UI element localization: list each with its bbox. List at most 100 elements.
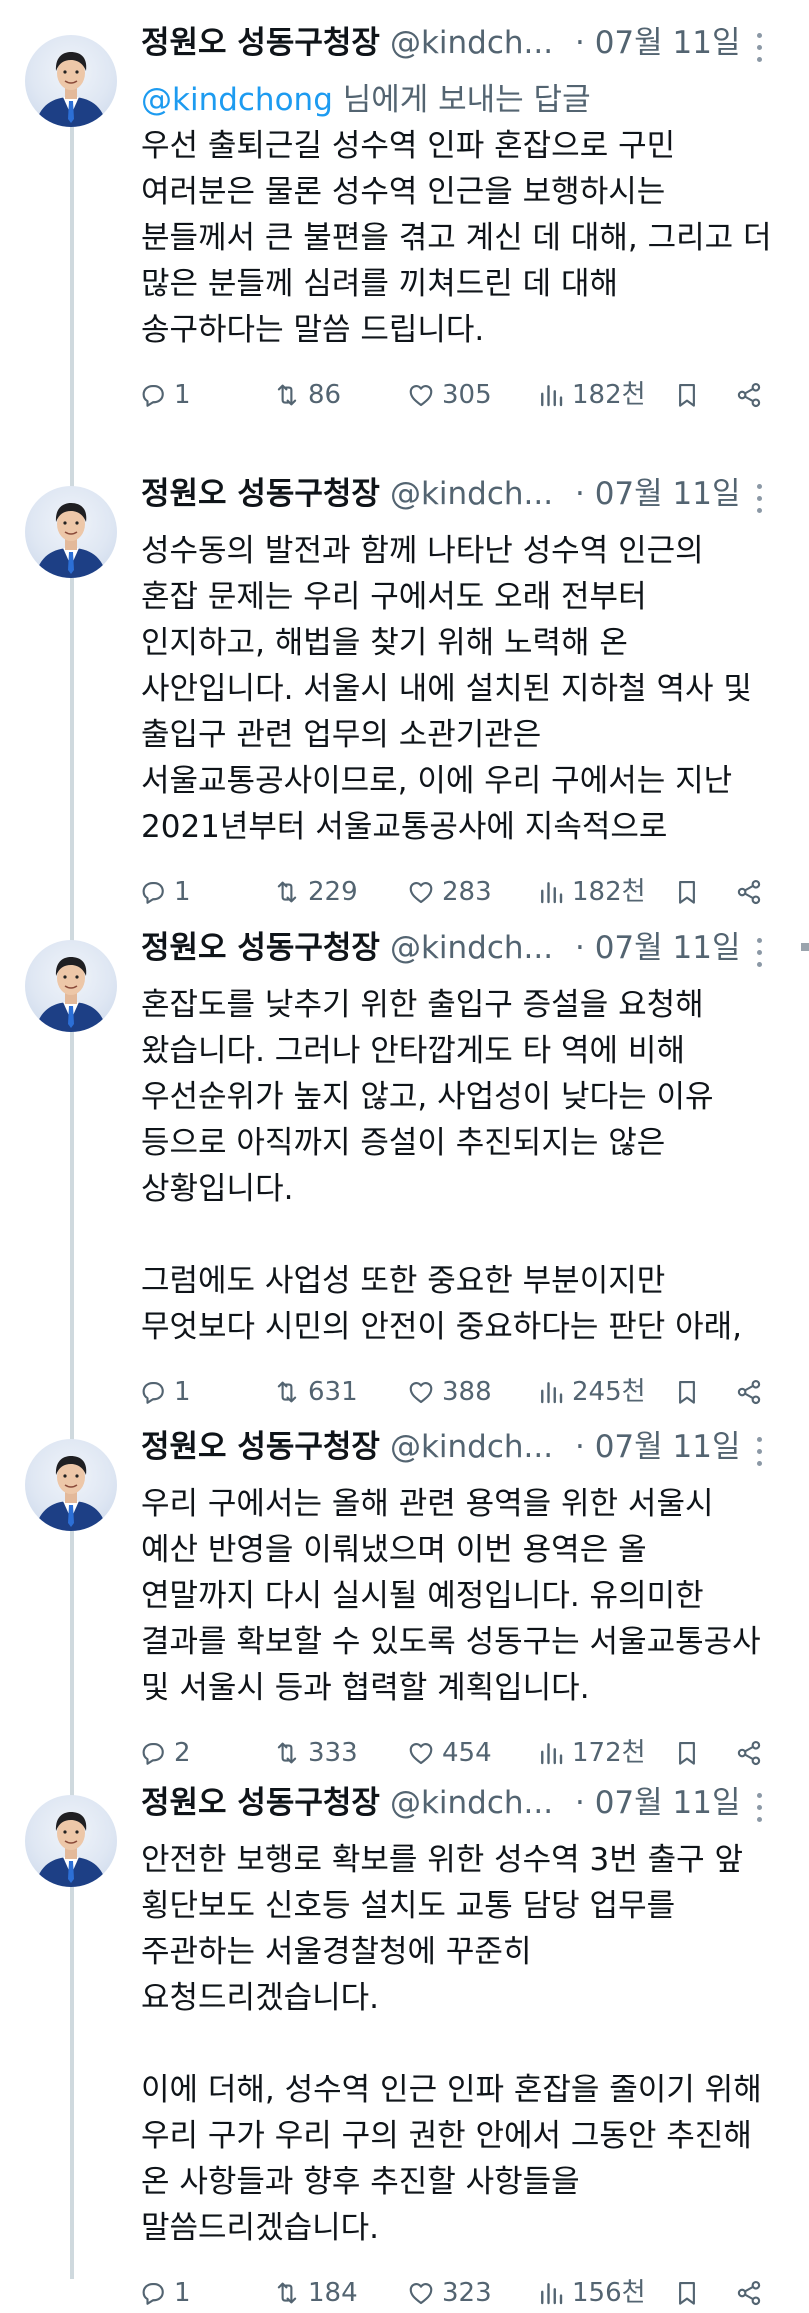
views-icon <box>541 1743 563 1765</box>
tweet-text-line: 인지하고, 해법을 찾기 위해 노력해 온 <box>141 625 628 661</box>
tweet-text-line: 안전한 보행로 확보를 위한 성수역 3번 출구 앞 <box>141 1842 744 1878</box>
like-count: 323 <box>442 2278 492 2308</box>
tweet-actions: 2 333 454 172천 <box>138 1733 795 1773</box>
tweet-text-line: 많은 분들께 심려를 끼쳐드린 데 대해 <box>141 266 619 302</box>
like-button[interactable]: 454 <box>406 1733 492 1773</box>
share-button[interactable] <box>734 1733 764 1773</box>
reply-icon <box>142 2282 164 2305</box>
author-name[interactable]: 정원오 성동구청장 <box>141 25 380 61</box>
views-count: 182천 <box>572 380 646 410</box>
author-handle[interactable]: @kindch... <box>390 25 553 61</box>
avatar[interactable] <box>25 940 117 1032</box>
reply-button[interactable]: 1 <box>138 872 191 912</box>
views-icon <box>541 1382 563 1404</box>
author-handle[interactable]: @kindch... <box>390 1785 553 1821</box>
reply-count: 1 <box>174 1377 191 1407</box>
tweet-date[interactable]: · 07월 11일 <box>575 1424 741 1470</box>
author-name[interactable]: 정원오 성동구청장 <box>141 1785 380 1821</box>
tweet-date[interactable]: · 07월 11일 <box>575 1780 741 1826</box>
avatar[interactable] <box>25 486 117 578</box>
bookmark-button[interactable] <box>672 375 702 415</box>
share-button[interactable] <box>734 375 764 415</box>
views-button[interactable]: 182천 <box>536 375 646 415</box>
more-icon[interactable] <box>749 20 769 66</box>
tweet-text-line: 2021년부터 서울교통공사에 지속적으로 <box>141 809 668 845</box>
retweet-button[interactable]: 333 <box>272 1733 358 1773</box>
tweet-date[interactable]: · 07월 11일 <box>575 20 741 66</box>
tweet-text-line: 결과를 확보할 수 있도록 성동구는 서울교통공사 <box>141 1624 761 1660</box>
tweet-text-line: 사안입니다. 서울시 내에 설치된 지하철 역사 및 <box>141 671 752 707</box>
views-count: 182천 <box>572 877 646 907</box>
tweet-header: 정원오 성동구청장 @kindch... · 07월 11일 <box>141 471 789 517</box>
views-button[interactable]: 172천 <box>536 1733 646 1773</box>
retweet-icon <box>277 1381 297 1403</box>
tweet-text-line: 우리 구에서는 올해 관련 용역을 위한 서울시 <box>141 1486 714 1522</box>
avatar[interactable] <box>25 35 117 127</box>
bookmark-icon <box>679 2281 695 2305</box>
reply-button[interactable]: 2 <box>138 1733 191 1773</box>
tweet-text-line: 말씀드리겠습니다. <box>141 2210 380 2246</box>
share-icon <box>737 2280 761 2306</box>
author-name[interactable]: 정원오 성동구청장 <box>141 1429 380 1465</box>
share-button[interactable] <box>734 872 764 912</box>
more-icon[interactable] <box>749 1424 769 1470</box>
retweet-icon <box>277 2282 297 2304</box>
author-handle[interactable]: @kindch... <box>390 1429 553 1465</box>
views-icon <box>541 385 563 407</box>
author-name[interactable]: 정원오 성동구청장 <box>141 930 380 966</box>
bookmark-icon <box>679 383 695 407</box>
mention-link[interactable]: @kindchong <box>141 82 333 118</box>
reply-button[interactable]: 1 <box>138 1372 191 1412</box>
tweet-header: 정원오 성동구청장 @kindch... · 07월 11일 <box>141 925 789 971</box>
like-button[interactable]: 283 <box>406 872 492 912</box>
tweet-text-line: 여러분은 물론 성수역 인근을 보행하시는 <box>141 174 666 210</box>
bookmark-button[interactable] <box>672 872 702 912</box>
retweet-icon <box>277 881 297 903</box>
like-button[interactable]: 388 <box>406 1372 492 1412</box>
tweet-text-line: 혼잡 문제는 우리 구에서도 오래 전부터 <box>141 579 647 615</box>
tweet-text-line: 등으로 아직까지 증설이 추진되지는 않은 <box>141 1125 666 1161</box>
like-count: 388 <box>442 1377 492 1407</box>
more-icon[interactable] <box>749 1780 769 1826</box>
retweet-button[interactable]: 631 <box>272 1372 358 1412</box>
avatar[interactable] <box>25 1795 117 1887</box>
retweet-button[interactable]: 184 <box>272 2273 358 2313</box>
tweet-text-line: 연말까지 다시 실시될 예정입니다. 유의미한 <box>141 1578 704 1614</box>
bookmark-button[interactable] <box>672 2273 702 2313</box>
bookmark-button[interactable] <box>672 1733 702 1773</box>
views-button[interactable]: 245천 <box>536 1372 646 1412</box>
reply-button[interactable]: 1 <box>138 2273 191 2313</box>
like-button[interactable]: 323 <box>406 2273 492 2313</box>
tweet-actions: 1 631 388 245천 <box>138 1372 795 1412</box>
tweet-text: 성수동의 발전과 함께 나타난 성수역 인근의 혼잡 문제는 우리 구에서도 오래… <box>141 528 795 850</box>
reply-button[interactable]: 1 <box>138 375 191 415</box>
retweet-icon <box>277 384 297 406</box>
author-name[interactable]: 정원오 성동구청장 <box>141 476 380 512</box>
bookmark-icon <box>679 1380 695 1404</box>
reply-to-label: @kindchong 님에게 보내는 답글 <box>141 77 795 123</box>
tweet-text-line <box>141 1212 795 1258</box>
views-button[interactable]: 156천 <box>536 2273 646 2313</box>
reply-icon <box>142 881 164 904</box>
tweet-text-line: 상황입니다. <box>141 1171 294 1207</box>
bookmark-icon <box>679 880 695 904</box>
share-button[interactable] <box>734 1372 764 1412</box>
heart-icon <box>409 1742 433 1765</box>
author-handle[interactable]: @kindch... <box>390 476 553 512</box>
share-button[interactable] <box>734 2273 764 2313</box>
more-icon[interactable] <box>749 925 769 971</box>
retweet-button[interactable]: 86 <box>272 375 341 415</box>
author-handle[interactable]: @kindch... <box>390 930 553 966</box>
like-button[interactable]: 305 <box>406 375 492 415</box>
tweet-text-line: 무엇보다 시민의 안전이 중요하다는 판단 아래, <box>141 1309 743 1345</box>
avatar[interactable] <box>25 1439 117 1531</box>
tweet-date[interactable]: · 07월 11일 <box>575 925 741 971</box>
retweet-count: 184 <box>308 2278 358 2308</box>
tweet-date[interactable]: · 07월 11일 <box>575 471 741 517</box>
retweet-button[interactable]: 229 <box>272 872 358 912</box>
bookmark-button[interactable] <box>672 1372 702 1412</box>
thread-line <box>70 100 74 2279</box>
views-button[interactable]: 182천 <box>536 872 646 912</box>
more-icon[interactable] <box>749 471 769 517</box>
tweet-text-line: 횡단보도 신호등 설치도 교통 담당 업무를 <box>141 1888 676 1924</box>
